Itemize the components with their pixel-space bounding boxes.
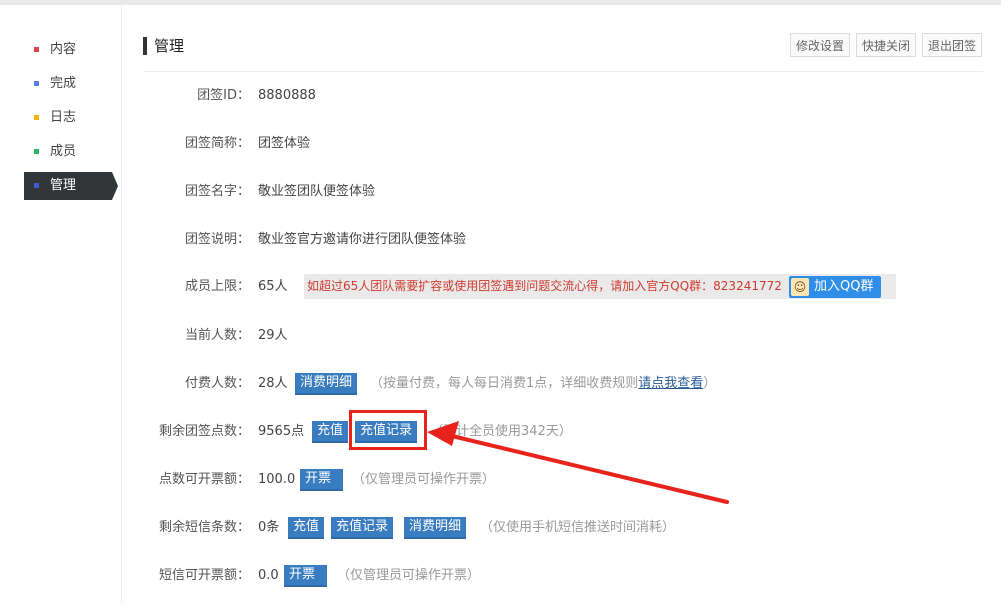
title-accent-bar [143,37,147,55]
sms-recharge-records-button[interactable]: 充值记录 [331,517,394,539]
sms-left-value: 0条 [258,520,280,535]
paid-members-note-prefix: （按量付费，每人每日消费1点，详细收费规则 [370,376,639,391]
bullet-icon [34,115,39,120]
full-name-label: 团签名字： [184,184,250,199]
description-value: 敬业签官方邀请你进行团队便签体验 [258,232,467,247]
current-members-value: 29人 [258,328,288,343]
edit-settings-button[interactable]: 修改设置 [790,33,851,57]
recharge-sms-button[interactable]: 充值 [288,517,325,539]
sidebar-item-content[interactable]: 内容 [24,36,112,64]
short-name-value: 团签体验 [258,136,311,151]
current-members-label: 当前人数： [184,328,250,343]
highlight-box [349,410,427,450]
join-qq-group-label: 加入QQ群 [814,279,874,294]
quick-close-button[interactable]: 快捷关闭 [856,33,917,57]
pricing-rules-link[interactable]: 请点我查看 [638,376,703,391]
qq-avatar-icon: ☺ [791,278,809,296]
bullet-icon [34,47,39,52]
team-id-label: 团签ID： [197,88,250,103]
qq-group-banner: 如超过65人团队需要扩容或使用团签遇到问题交流心得，请加入官方QQ群：82324… [304,274,896,299]
invoice-points-button[interactable]: 开票 [300,469,343,491]
invoice-points-label: 点数可开票额： [158,472,250,487]
sms-left-note: （仅使用手机短信推送时间消耗） [480,520,676,535]
sms-invoice-label: 短信可开票额： [158,568,250,583]
annotation-arrow-shaft [450,434,729,504]
header-divider [143,71,983,72]
points-left-note: （预计全员使用342天） [430,424,572,439]
points-left-value: 9565点 [258,424,305,439]
invoice-points-note: （仅管理员可操作开票） [352,472,496,487]
exit-team-button[interactable]: 退出团签 [922,33,983,57]
paid-members-note: （按量付费，每人每日消费1点，详细收费规则请点我查看） [370,374,716,394]
team-id-value: 8880888 [258,88,316,103]
page-title: 管理 [154,37,185,55]
paid-members-value: 28人 [258,376,288,391]
paid-members-label: 付费人数： [184,376,250,391]
description-label: 团签说明： [184,232,250,247]
member-limit-value: 65人 [258,279,288,294]
short-name-label: 团签简称： [184,136,250,151]
sms-invoice-button[interactable]: 开票 [284,565,327,587]
sidebar-item-label: 内容 [50,42,77,57]
member-limit-label: 成员上限： [184,279,250,294]
sidebar-item-log[interactable]: 日志 [24,104,112,132]
top-bar [0,0,1001,5]
points-left-label: 剩余团签点数： [158,424,250,439]
sms-left-label: 剩余短信条数： [158,520,250,535]
sms-consumption-details-button[interactable]: 消费明细 [404,517,467,539]
sidebar-item-label: 日志 [50,110,77,125]
recharge-points-button[interactable]: 充值 [312,421,349,443]
sms-invoice-note: （仅管理员可操作开票） [337,568,481,583]
full-name-value: 敬业签团队便签体验 [258,184,376,199]
sms-invoice-value: 0.0 [258,568,279,583]
consumption-details-button[interactable]: 消费明细 [295,373,358,395]
join-qq-group-button[interactable]: ☺ 加入QQ群 [789,276,881,298]
invoice-points-value: 100.0 [258,472,296,487]
qq-group-banner-text: 如超过65人团队需要扩容或使用团签遇到问题交流心得，请加入官方QQ群：82324… [307,279,782,293]
paid-members-note-suffix: ） [703,376,717,391]
